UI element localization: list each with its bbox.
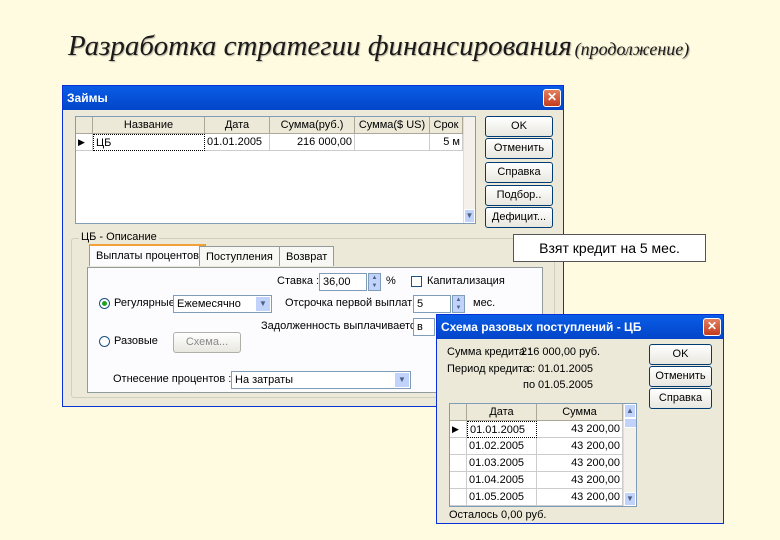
cell-date[interactable]: 01.02.2005	[467, 438, 537, 455]
row-pointer-icon: ▶	[450, 421, 467, 438]
scheme-row-indicator-header	[450, 404, 467, 421]
scheme-grid-scrollbar[interactable]: ▲ ▼	[623, 404, 636, 506]
slide-title-sub: (продолжение)	[574, 39, 690, 59]
periodicity-value: Ежемесячно	[177, 298, 241, 310]
column-header-name[interactable]: Название	[93, 117, 205, 134]
cell-amount[interactable]: 43 200,00	[537, 438, 623, 455]
slide-title: Разработка стратегии финансирования (про…	[68, 30, 768, 63]
scroll-up-arrow-icon[interactable]: ▲	[624, 404, 636, 418]
column-header-amount-usd[interactable]: Сумма($ US)	[355, 117, 430, 134]
credit-sum-value: 216 000,00 руб.	[521, 346, 601, 358]
cancel-button[interactable]: Отменить	[485, 138, 553, 159]
cell-date[interactable]: 01.03.2005	[467, 455, 537, 472]
cell-term[interactable]: 5 м	[430, 134, 463, 151]
scheme-window-titlebar[interactable]: Схема разовых поступлений - ЦБ	[437, 315, 723, 339]
rate-spin-icon[interactable]: ▲ ▼	[368, 273, 381, 291]
cell-amount[interactable]: 43 200,00	[537, 489, 623, 506]
onetime-label: Разовые	[114, 335, 158, 347]
period-from-value: 01.01.2005	[538, 363, 594, 375]
scrollbar-thumb[interactable]	[624, 418, 636, 428]
scroll-down-arrow-icon[interactable]: ▼	[624, 492, 636, 506]
credit-sum-label: Сумма кредита :	[447, 346, 532, 358]
rate-label: Ставка :	[277, 275, 320, 287]
delay-unit-label: мес.	[473, 297, 496, 309]
grid-row-indicator-header	[76, 117, 93, 134]
row-indicator	[450, 438, 467, 455]
deficit-button[interactable]: Дефицит...	[485, 207, 553, 228]
cell-amount[interactable]: 43 200,00	[537, 472, 623, 489]
loans-close-button[interactable]: ✕	[543, 89, 561, 107]
scheme-cancel-button[interactable]: Отменить	[649, 366, 712, 387]
tab-receipts[interactable]: Поступления	[199, 246, 280, 266]
column-header-date[interactable]: Дата	[205, 117, 270, 134]
capitalization-label: Капитализация	[427, 275, 505, 287]
rate-input[interactable]: 36,00	[319, 273, 367, 291]
column-header-amount[interactable]: Сумма	[537, 404, 623, 421]
row-indicator	[450, 489, 467, 506]
cell-date[interactable]: 01.01.2005	[467, 421, 537, 438]
tab-interest-payments[interactable]: Выплаты процентов	[89, 244, 206, 266]
cell-date[interactable]: 01.04.2005	[467, 472, 537, 489]
loans-window-title: Займы	[67, 91, 108, 105]
interest-relation-dropdown-icon[interactable]: ▼	[395, 373, 409, 387]
delay-spin-icon[interactable]: ▲ ▼	[452, 295, 465, 313]
loans-grid-scrollbar[interactable]: ▼	[463, 117, 475, 223]
description-group-label: ЦБ - Описание	[79, 231, 159, 243]
interest-relation-value: На затраты	[235, 374, 294, 386]
regular-radio[interactable]	[99, 298, 110, 309]
slide-title-main: Разработка стратегии финансирования	[68, 30, 572, 62]
loans-grid[interactable]: Название Дата Сумма(руб.) Сумма($ US) Ср…	[75, 116, 476, 224]
delay-input[interactable]: 5	[413, 295, 451, 313]
cell-date[interactable]: 01.05.2005	[467, 489, 537, 506]
capitalization-checkbox[interactable]	[411, 276, 422, 287]
column-header-amount-rub[interactable]: Сумма(руб.)	[270, 117, 355, 134]
scheme-window: Схема разовых поступлений - ЦБ ✕ Сумма к…	[436, 314, 724, 524]
scheme-close-button[interactable]: ✕	[703, 318, 721, 336]
cell-amount[interactable]: 43 200,00	[537, 421, 623, 438]
debt-paid-label: Задолженность выплачивается	[261, 320, 422, 332]
row-indicator	[450, 472, 467, 489]
column-header-term[interactable]: Срок	[430, 117, 463, 134]
period-from-label: с	[527, 363, 533, 375]
help-button[interactable]: Справка	[485, 162, 553, 183]
scheme-window-title: Схема разовых поступлений - ЦБ	[441, 320, 642, 334]
scheme-ok-button[interactable]: OK	[649, 344, 712, 365]
periodicity-dropdown-icon[interactable]: ▼	[256, 297, 270, 311]
scroll-down-arrow-icon[interactable]: ▼	[464, 209, 475, 223]
cell-amount-rub[interactable]: 216 000,00	[270, 134, 355, 151]
period-label: Период кредита :	[447, 363, 536, 375]
regular-label: Регулярные	[114, 297, 175, 309]
scheme-grid[interactable]: Дата Сумма ▶ 01.01.2005 43 200,00 01.02.…	[449, 403, 637, 507]
ok-button[interactable]: OK	[485, 116, 553, 137]
interest-relation-label: Отнесение процентов :	[113, 373, 232, 385]
loans-window-titlebar[interactable]: Займы	[63, 86, 563, 110]
onetime-radio[interactable]	[99, 336, 110, 347]
interest-relation-select[interactable]: На затраты ▼	[231, 371, 411, 389]
period-to-label: по	[523, 379, 536, 391]
tab-repayment[interactable]: Возврат	[279, 246, 335, 266]
cell-name[interactable]: ЦБ	[93, 134, 205, 151]
row-pointer-icon: ▶	[76, 134, 93, 151]
cell-amount-usd[interactable]	[355, 134, 430, 151]
callout-box: Взят кредит на 5 мес.	[513, 234, 706, 262]
periodicity-select[interactable]: Ежемесячно ▼	[173, 295, 272, 313]
select-button[interactable]: Подбор..	[485, 185, 553, 206]
description-tabs: Выплаты процентов Поступления Возврат	[89, 244, 449, 268]
cell-amount[interactable]: 43 200,00	[537, 455, 623, 472]
remaining-label: Осталось 0,00 руб.	[449, 509, 547, 521]
delay-label: Отсрочка первой выплаты	[285, 297, 421, 309]
column-header-date[interactable]: Дата	[467, 404, 537, 421]
row-indicator	[450, 455, 467, 472]
debt-paid-select[interactable]: в	[413, 318, 435, 336]
period-to-value: 01.05.2005	[538, 379, 594, 391]
percent-sign: %	[386, 275, 396, 287]
cell-date[interactable]: 01.01.2005	[205, 134, 270, 151]
scheme-button[interactable]: Схема...	[173, 332, 241, 353]
scheme-help-button[interactable]: Справка	[649, 388, 712, 409]
